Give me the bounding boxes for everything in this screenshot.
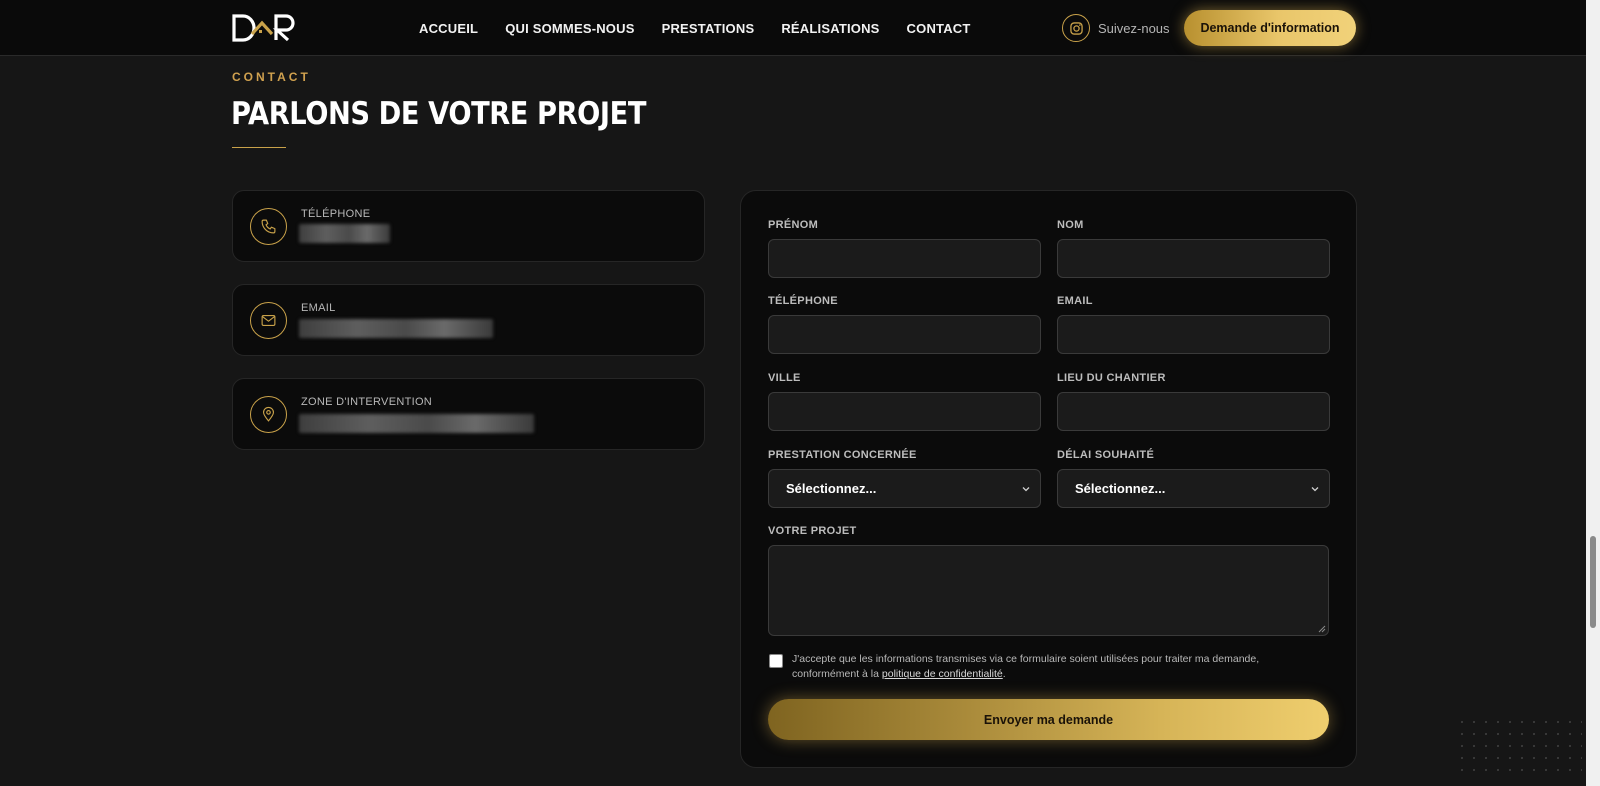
last-name-field[interactable] (1057, 239, 1330, 278)
delay-label: DÉLAI SOUHAITÉ (1057, 449, 1155, 461)
menu-item-qui-sommes-nous[interactable]: QUI SOMMES-NOUS (505, 21, 634, 36)
consent-checkbox[interactable] (769, 654, 783, 668)
mail-icon (250, 302, 287, 339)
consent-end: . (1002, 667, 1006, 680)
city-field[interactable] (768, 392, 1041, 431)
phone-field[interactable] (768, 315, 1041, 354)
project-label: VOTRE PROJET (768, 525, 857, 537)
menu-item-prestations[interactable]: PRESTATIONS (662, 21, 755, 36)
info-label-zone: ZONE D'INTERVENTION (301, 396, 433, 408)
service-select-value: Sélectionnez... (786, 481, 877, 496)
chevron-down-icon (1022, 487, 1030, 492)
info-card-phone: TÉLÉPHONE (232, 190, 705, 262)
last-name-label: NOM (1057, 219, 1084, 231)
site-field[interactable] (1057, 392, 1330, 431)
info-label-phone: TÉLÉPHONE (301, 208, 371, 220)
main-menu: ACCUEIL QUI SOMMES-NOUS PRESTATIONS RÉAL… (419, 0, 998, 56)
follow-label: Suivez-nous (1098, 20, 1170, 36)
consent-body: J'accepte que les informations transmise… (792, 653, 1260, 680)
info-card-email: EMAIL (232, 284, 705, 356)
consent-text: J'accepte que les informations transmise… (792, 652, 1312, 681)
top-nav: ACCUEIL QUI SOMMES-NOUS PRESTATIONS RÉAL… (0, 0, 1586, 56)
decorative-dot-grid (1456, 716, 1582, 780)
service-select[interactable]: Sélectionnez... (768, 469, 1041, 508)
first-name-label: PRÉNOM (768, 219, 819, 231)
menu-item-realisations[interactable]: RÉALISATIONS (781, 21, 879, 36)
email-label: EMAIL (1057, 295, 1093, 307)
delay-select[interactable]: Sélectionnez... (1057, 469, 1330, 508)
map-pin-icon (250, 396, 287, 433)
submit-button[interactable]: Envoyer ma demande (768, 699, 1329, 740)
information-request-button[interactable]: Demande d'information (1184, 10, 1356, 46)
resize-grip-icon[interactable] (1318, 625, 1326, 633)
city-label: VILLE (768, 372, 801, 384)
phone-icon (250, 208, 287, 245)
instagram-icon[interactable] (1062, 14, 1090, 42)
section-eyebrow: CONTACT (232, 70, 311, 84)
service-label: PRESTATION CONCERNÉE (768, 449, 917, 461)
email-value-redacted (299, 319, 493, 338)
phone-value-redacted (299, 224, 390, 243)
project-textarea[interactable] (768, 545, 1329, 636)
menu-item-contact[interactable]: CONTACT (907, 21, 971, 36)
delay-select-value: Sélectionnez... (1075, 481, 1166, 496)
page-title: PARLONS DE VOTRE PROJET (231, 96, 647, 132)
chevron-down-icon (1311, 487, 1319, 492)
zone-value-redacted (299, 414, 534, 433)
menu-item-accueil[interactable]: ACCUEIL (419, 21, 478, 36)
phone-label: TÉLÉPHONE (768, 295, 838, 307)
title-divider (232, 147, 286, 148)
site-label: LIEU DU CHANTIER (1057, 372, 1166, 384)
contact-form: PRÉNOM NOM TÉLÉPHONE EMAIL VILLE LIEU DU… (740, 190, 1357, 768)
follow-link[interactable]: Suivez-nous (1062, 14, 1170, 42)
brand-logo[interactable] (232, 14, 298, 42)
email-field[interactable] (1057, 315, 1330, 354)
info-label-email: EMAIL (301, 302, 336, 314)
scrollbar-thumb[interactable] (1590, 536, 1596, 628)
scrollbar[interactable] (1586, 0, 1600, 786)
info-card-zone: ZONE D'INTERVENTION (232, 378, 705, 450)
privacy-policy-link[interactable]: politique de confidentialité (882, 668, 1003, 680)
first-name-field[interactable] (768, 239, 1041, 278)
